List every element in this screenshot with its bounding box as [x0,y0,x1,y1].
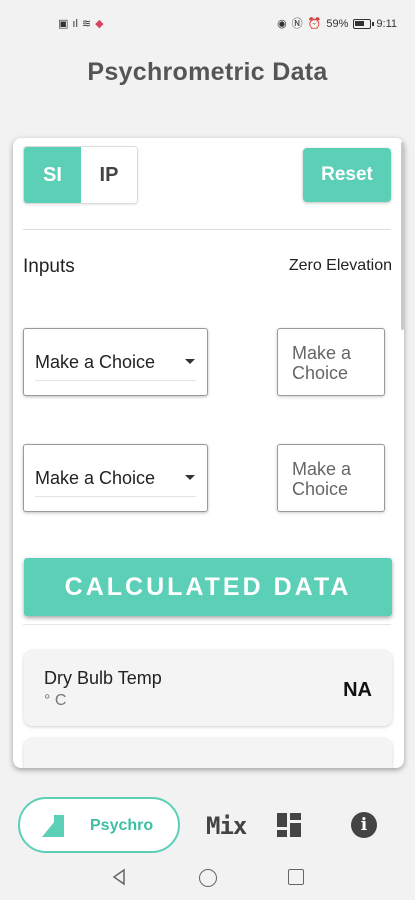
status-right: ◉ Ⓝ ⏰ 59% 9:11 [277,18,397,30]
select-underline [35,380,196,381]
back-icon[interactable] [110,868,128,886]
nfc-icon: Ⓝ [291,18,303,30]
shield-icon: ◆ [95,18,104,30]
input-2-select[interactable]: Make a Choice [23,444,208,512]
data-row-value: NA [343,679,372,701]
notification-icon: ▣ [58,18,69,30]
system-nav-bar [0,860,415,896]
reset-button[interactable]: Reset [303,148,391,202]
clock-time: 9:11 [376,18,397,30]
calculated-data-banner: CALCULATED DATA [24,558,392,616]
data-row-dry-bulb[interactable]: Dry Bulb Temp ° C NA [24,650,392,726]
input-1-value-placeholder: Make a Choice [292,343,352,383]
recent-apps-icon[interactable] [288,869,304,885]
info-icon[interactable]: i [351,812,377,838]
unit-toggle: SI IP [23,146,138,204]
signal-icon: ıl [72,18,78,30]
battery-percent: 59% [326,18,349,30]
chevron-down-icon [185,359,195,364]
status-bar: ▣ ıl ≋ ◆ ◉ Ⓝ ⏰ 59% 9:11 [0,0,415,52]
page-title: Psychrometric Data [87,58,328,86]
select-underline [35,496,196,497]
chevron-down-icon [185,475,195,480]
dashboard-icon[interactable] [276,812,302,838]
wifi-icon: ≋ [81,18,92,30]
nav-psychro-label: Psychro [90,817,154,834]
input-1-select-value: Make a Choice [35,352,156,372]
eye-icon: ◉ [277,18,287,30]
input-1-value-field[interactable]: Make a Choice [277,328,385,396]
input-2-value-placeholder: Make a Choice [292,459,352,499]
elevation-label[interactable]: Zero Elevation [289,257,392,275]
alarm-icon: ⏰ [307,18,322,30]
unit-si-button[interactable]: SI [24,147,81,203]
input-2-select-value: Make a Choice [35,468,156,488]
main-card: SI IP Reset Inputs Zero Elevation Make a… [13,138,404,768]
inputs-label: Inputs [23,256,75,277]
nav-mix-button[interactable]: Mix [206,812,247,840]
battery-icon [353,19,375,29]
data-row-unit: ° C [44,692,67,709]
data-row-partial[interactable] [24,738,392,768]
bottom-nav: Psychro Mix i [0,790,415,860]
home-icon[interactable] [199,869,217,887]
scrollbar[interactable] [401,142,404,330]
data-row-name: Dry Bulb Temp [44,668,162,688]
divider [23,624,391,625]
psychro-chart-icon [42,815,64,837]
input-2-value-field[interactable]: Make a Choice [277,444,385,512]
divider [23,229,391,230]
status-left: ▣ ıl ≋ ◆ [58,18,104,30]
unit-ip-button[interactable]: IP [81,147,137,203]
nav-psychro-button[interactable]: Psychro [18,797,180,853]
input-1-select[interactable]: Make a Choice [23,328,208,396]
